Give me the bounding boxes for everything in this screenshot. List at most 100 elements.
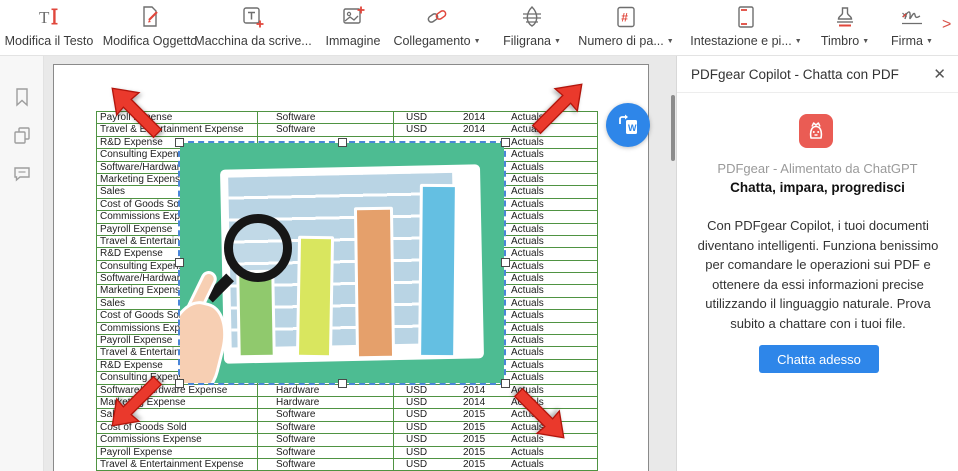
resize-handle-n[interactable] xyxy=(338,138,347,147)
cell-name: Marketing Expense xyxy=(100,174,186,186)
resize-handle-sw[interactable] xyxy=(175,379,184,388)
magnifying-glass-icon xyxy=(224,214,292,282)
cell-status: Actuals xyxy=(511,236,544,248)
panel-body-text: Con PDFgear Copilot, i tuoi documenti di… xyxy=(692,216,944,333)
left-sidebar xyxy=(0,56,44,471)
toolbar-label: Modifica Oggetto xyxy=(103,34,198,48)
cell-status: Actuals xyxy=(511,447,544,459)
cell-category: Software xyxy=(276,112,315,124)
cell-status: Actuals xyxy=(511,199,544,211)
yellow-bar xyxy=(296,236,334,359)
panel-headline: Chatta, impara, progredisci xyxy=(677,180,958,195)
cell-status: Actuals xyxy=(511,347,544,359)
tick-mark xyxy=(461,306,474,309)
cell-status: Actuals xyxy=(511,310,544,322)
brand-line: PDFgear - Alimentato da ChatGPT xyxy=(677,161,958,176)
tick-mark xyxy=(459,210,472,213)
cell-currency: USD xyxy=(406,397,427,409)
toolbar-overflow-chevron[interactable]: > xyxy=(942,16,951,34)
red-arrow-up-left xyxy=(110,86,168,144)
cell-currency: USD xyxy=(406,434,427,446)
cell-category: Hardware xyxy=(276,385,319,397)
convert-to-word-button[interactable]: W xyxy=(606,103,650,147)
cell-year: 2014 xyxy=(463,112,485,124)
resize-handle-w[interactable] xyxy=(175,258,184,267)
cell-year: 2014 xyxy=(463,397,485,409)
red-arrow-down-left xyxy=(110,370,168,428)
svg-text:T: T xyxy=(39,8,50,27)
cell-status: Actuals xyxy=(511,360,544,372)
pdfgear-app-window: T Modifica il Testo Modifica Oggetto Mac… xyxy=(0,0,958,471)
cell-year: 2015 xyxy=(463,409,485,421)
top-toolbar: T Modifica il Testo Modifica Oggetto Mac… xyxy=(0,0,958,56)
toolbar-label: Collegamento xyxy=(393,34,470,48)
cell-category: Software xyxy=(276,124,315,136)
cell-category: Software xyxy=(276,447,315,459)
toolbar-page-number[interactable]: # Numero di pa... ▼ xyxy=(564,4,688,50)
chevron-down-icon: ▼ xyxy=(926,38,933,45)
cell-year: 2015 xyxy=(463,447,485,459)
cell-category: Software xyxy=(276,409,315,421)
cell-category: Hardware xyxy=(276,397,319,409)
table-row: Payroll ExpenseSoftwareUSD2015Actuals xyxy=(97,447,597,459)
toolbar-label: Filigrana xyxy=(503,34,551,48)
toolbar-label: Firma xyxy=(891,34,923,48)
close-icon[interactable]: ✕ xyxy=(933,65,946,83)
cell-currency: USD xyxy=(406,112,427,124)
table-row: Payroll ExpenseSoftwareUSD2014Actuals xyxy=(97,112,597,124)
cell-name: R&D Expense xyxy=(100,248,163,260)
convert-to-word-icon: W xyxy=(613,110,643,140)
copilot-robot-icon xyxy=(799,114,833,148)
viewer-scrollbar-thumb[interactable] xyxy=(671,95,675,161)
cell-name: Sales xyxy=(100,298,125,310)
chevron-down-icon: ▼ xyxy=(667,38,674,45)
bookmark-icon[interactable] xyxy=(11,86,33,108)
toolbar-label: Immagine xyxy=(326,34,381,48)
cell-name: Cost of Goods Sold xyxy=(100,310,187,322)
cell-name: Marketing Expense xyxy=(100,285,186,297)
cell-status: Actuals xyxy=(511,149,544,161)
cell-currency: USD xyxy=(406,459,427,471)
cell-currency: USD xyxy=(406,422,427,434)
cell-name: Sales xyxy=(100,186,125,198)
cell-status: Actuals xyxy=(511,261,544,273)
tick-mark xyxy=(460,242,473,245)
cell-currency: USD xyxy=(406,124,427,136)
cell-category: Software xyxy=(276,459,315,471)
cell-name: Payroll Expense xyxy=(100,224,172,236)
resize-handle-s[interactable] xyxy=(338,379,347,388)
red-arrow-up-right xyxy=(526,82,584,140)
pages-icon[interactable] xyxy=(11,124,33,146)
toolbar-label: Numero di pa... xyxy=(578,34,663,48)
cell-status: Actuals xyxy=(511,298,544,310)
comment-icon[interactable] xyxy=(11,162,33,184)
chevron-down-icon: ▼ xyxy=(554,38,561,45)
cell-name: Payroll Expense xyxy=(100,447,172,459)
cell-year: 2014 xyxy=(463,385,485,397)
red-arrow-down-right xyxy=(508,382,566,440)
cell-name: Cost of Goods Sold xyxy=(100,199,187,211)
tick-mark xyxy=(460,274,473,277)
svg-text:#: # xyxy=(621,11,628,25)
chat-now-button[interactable]: Chatta adesso xyxy=(759,345,879,373)
blue-bar xyxy=(418,184,458,358)
cell-name: Travel & Entertainment Expense xyxy=(100,459,244,471)
orange-bar xyxy=(354,207,395,360)
cell-name: Payroll Expense xyxy=(100,335,172,347)
selected-image-bar-chart-clipart[interactable] xyxy=(180,143,504,383)
cell-year: 2015 xyxy=(463,459,485,471)
cell-status: Actuals xyxy=(511,273,544,285)
cell-year: 2014 xyxy=(463,124,485,136)
panel-title: PDFgear Copilot - Chatta con PDF xyxy=(691,67,899,82)
cell-category: Software xyxy=(276,434,315,446)
cell-status: Actuals xyxy=(511,224,544,236)
resize-handle-ne[interactable] xyxy=(501,138,510,147)
copilot-panel-header: PDFgear Copilot - Chatta con PDF ✕ xyxy=(677,56,958,93)
toolbar-label: Modifica il Testo xyxy=(5,34,94,48)
cell-status: Actuals xyxy=(511,459,544,471)
resize-handle-nw[interactable] xyxy=(175,138,184,147)
table-row: Travel & Entertainment Expense Software US… xyxy=(97,459,597,471)
cell-status: Actuals xyxy=(511,248,544,260)
cell-status: Actuals xyxy=(511,285,544,297)
resize-handle-e[interactable] xyxy=(501,258,510,267)
